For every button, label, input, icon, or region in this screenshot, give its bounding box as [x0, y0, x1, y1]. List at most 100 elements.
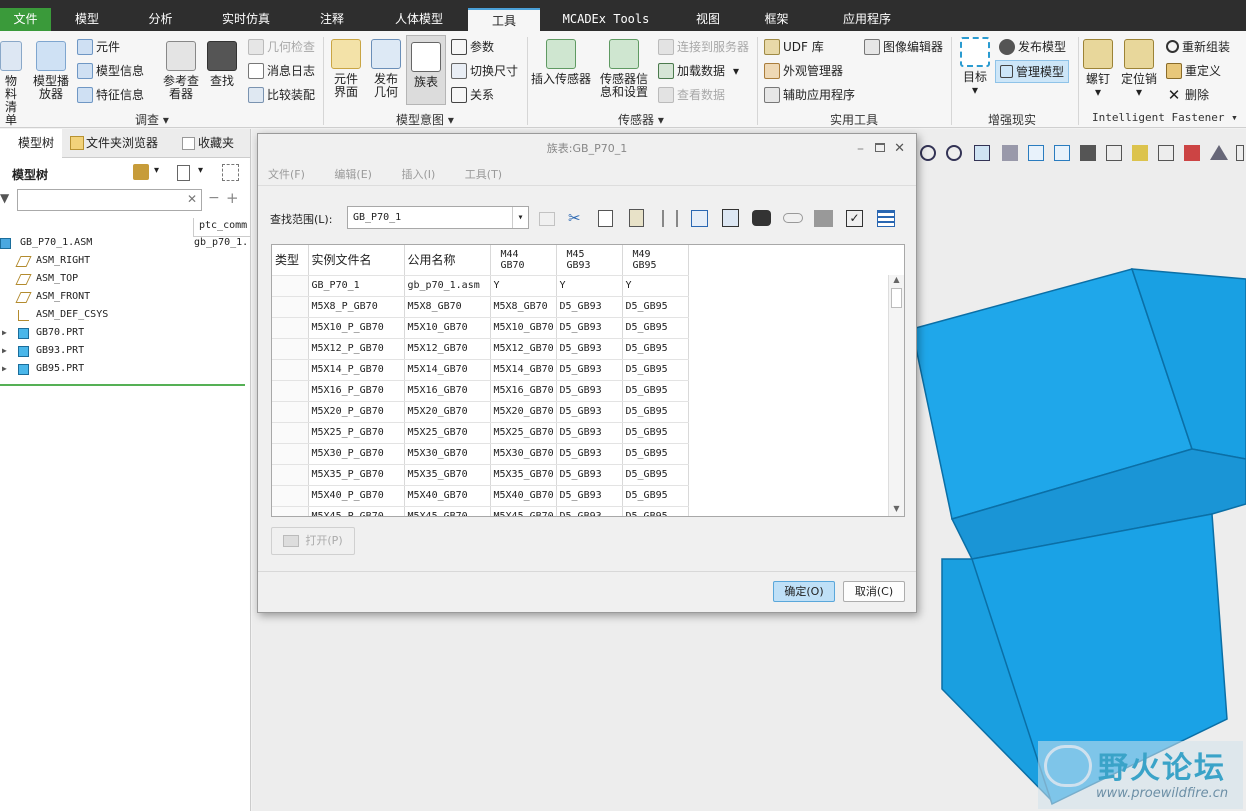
datum-display-icon[interactable] — [1132, 145, 1148, 161]
table-cell[interactable]: Y — [622, 275, 689, 297]
table-cell[interactable]: M5X30_P_GB70 — [308, 443, 405, 465]
image-editor-button[interactable]: 图像编辑器 — [864, 38, 943, 55]
add-column-icon[interactable] — [722, 209, 739, 227]
table-cell[interactable]: D5_GB95 — [622, 380, 689, 402]
table-cell[interactable]: D5_GB95 — [622, 359, 689, 381]
table-cell[interactable] — [272, 443, 309, 465]
annotation-display-icon[interactable] — [1158, 145, 1174, 161]
table-row[interactable]: M5X10_P_GB70 M5X10_GB70 M5X10_GB70 D5_GB93 D… — [272, 317, 689, 339]
menu-insert[interactable]: 插入(I) — [401, 168, 435, 181]
table-cell[interactable]: M5X16_P_GB70 — [308, 380, 405, 402]
model-player-button[interactable]: 模型播放器 — [30, 41, 72, 101]
table-cell[interactable]: M5X45_GB70 — [404, 506, 491, 516]
table-cell[interactable] — [272, 380, 309, 402]
dialog-titlebar[interactable]: 族表:GB_P70_1 – ✕ — [258, 134, 916, 164]
perspective-icon[interactable] — [1080, 145, 1096, 161]
chevron-down-icon[interactable]: ▾ — [198, 165, 203, 176]
minimize-icon[interactable]: – — [857, 134, 864, 164]
table-cell[interactable]: D5_GB95 — [622, 485, 689, 507]
reassemble-button[interactable]: 重新组装 — [1166, 38, 1230, 55]
table-cell[interactable]: D5_GB95 — [622, 464, 689, 486]
insert-column-icon[interactable] — [662, 210, 678, 227]
appearance-manager-button[interactable]: 外观管理器 — [764, 62, 843, 79]
table-cell[interactable]: M5X20_GB70 — [404, 401, 491, 423]
table-cell[interactable]: D5_GB93 — [556, 380, 623, 402]
table-cell[interactable]: M5X8_GB70 — [490, 296, 557, 318]
scrollbar-thumb[interactable] — [891, 288, 902, 308]
feature-info-button[interactable]: 特征信息 — [77, 86, 144, 103]
show-list-icon[interactable] — [177, 165, 190, 181]
zoom-in-icon[interactable] — [920, 145, 936, 161]
column-header[interactable]: 类型 — [272, 245, 309, 276]
table-cell[interactable]: M5X16_GB70 — [490, 380, 557, 402]
connect-to-server-button[interactable]: 连接到服务器 — [658, 38, 749, 55]
table-cell[interactable]: D5_GB95 — [622, 401, 689, 423]
group-label-intelligent-fastener[interactable]: Intelligent Fastener ▾ — [1092, 111, 1238, 124]
verify-checkbox-icon[interactable]: ✓ — [846, 210, 863, 227]
table-cell[interactable]: M5X12_GB70 — [490, 338, 557, 360]
menu-edit[interactable]: 编辑(E) — [334, 168, 372, 181]
table-cell[interactable]: D5_GB93 — [556, 401, 623, 423]
table-row[interactable]: M5X45_P_GB70 M5X45_GB70 M5X45_GB70 D5_GB93 D… — [272, 506, 689, 516]
saved-views-icon[interactable] — [1028, 145, 1044, 161]
reference-viewer-button[interactable]: 参考查看器 — [160, 41, 202, 101]
table-cell[interactable]: D5_GB93 — [556, 359, 623, 381]
parameters-button[interactable]: 参数 — [451, 38, 494, 55]
view-data-button[interactable]: 查看数据 — [658, 86, 725, 103]
cut-icon[interactable]: ✂ — [568, 209, 581, 227]
table-cell[interactable]: D5_GB93 — [556, 485, 623, 507]
up-level-icon[interactable] — [539, 212, 555, 226]
table-cell[interactable]: M5X12_P_GB70 — [308, 338, 405, 360]
add-icon[interactable]: + — [226, 189, 239, 207]
expand-icon[interactable]: ▶ — [2, 364, 7, 373]
family-table-grid[interactable]: 类型 实例文件名 公用名称 M44 GB70 M45 GB93 M49 GB95 GB_P70_… — [271, 244, 905, 517]
table-cell[interactable]: D5_GB95 — [622, 296, 689, 318]
table-cell[interactable]: gb_p70_1.asm — [404, 275, 491, 297]
delete-button[interactable]: ✕ 删除 — [1166, 86, 1209, 103]
tab-folder-browser[interactable]: 文件夹浏览器 — [68, 129, 168, 158]
menu-tools[interactable]: 工具(T) — [465, 168, 502, 181]
maximize-icon[interactable] — [875, 143, 885, 152]
table-cell[interactable]: M5X14_GB70 — [404, 359, 491, 381]
table-cell[interactable] — [272, 422, 309, 444]
table-cell[interactable]: M5X45_GB70 — [490, 506, 557, 516]
table-cell[interactable]: Y — [490, 275, 557, 297]
clear-icon[interactable]: ✕ — [187, 192, 197, 206]
table-cell[interactable]: D5_GB95 — [622, 422, 689, 444]
manage-model-button[interactable]: 管理模型 — [995, 60, 1070, 83]
collapse-icon[interactable]: − — [208, 190, 220, 206]
table-cell[interactable]: D5_GB95 — [622, 506, 689, 516]
table-row[interactable]: M5X20_P_GB70 M5X20_GB70 M5X20_GB70 D5_GB93 D… — [272, 401, 689, 423]
table-cell[interactable]: M5X20_GB70 — [490, 401, 557, 423]
table-cell[interactable]: M5X40_GB70 — [404, 485, 491, 507]
expand-icon[interactable]: ▶ — [2, 328, 7, 337]
table-cell[interactable]: D5_GB93 — [556, 443, 623, 465]
table-cell[interactable]: Y — [556, 275, 623, 297]
refit-icon[interactable] — [974, 145, 990, 161]
screw-button[interactable]: 螺钉 ▾ — [1083, 39, 1113, 99]
table-cell[interactable]: M5X35_GB70 — [490, 464, 557, 486]
table-cell[interactable]: D5_GB93 — [556, 296, 623, 318]
bom-button[interactable]: 物料清单 — [0, 41, 22, 127]
scroll-up-icon[interactable]: ▲ — [889, 275, 904, 288]
table-cell[interactable] — [272, 317, 309, 339]
tab-5[interactable]: 人体模型 — [370, 8, 468, 31]
table-cell[interactable] — [272, 485, 309, 507]
table-cell[interactable]: D5_GB93 — [556, 506, 623, 516]
table-cell[interactable]: M5X14_GB70 — [490, 359, 557, 381]
view-normal-icon[interactable] — [1210, 145, 1228, 160]
table-cell[interactable]: D5_GB93 — [556, 317, 623, 339]
column-header[interactable]: M49 GB95 — [622, 245, 689, 276]
tab-model-tree[interactable]: 模型树 — [0, 129, 62, 158]
table-cell[interactable]: D5_GB93 — [556, 338, 623, 360]
component-button[interactable]: 元件 — [77, 38, 120, 55]
publish-model-button[interactable]: 发布模型 — [999, 38, 1066, 55]
tab-4[interactable]: 注释 — [294, 8, 370, 31]
table-row[interactable]: M5X12_P_GB70 M5X12_GB70 M5X12_GB70 D5_GB93 D… — [272, 338, 689, 360]
family-table-button[interactable]: 族表 — [406, 35, 446, 105]
group-label-model-intent[interactable]: 模型意图 ▾ — [396, 111, 454, 128]
find-button[interactable]: 查找 — [205, 41, 239, 88]
more-icon[interactable] — [1236, 145, 1244, 161]
search-input[interactable]: ✕ — [17, 189, 202, 211]
tree-filters-icon[interactable] — [222, 164, 239, 181]
